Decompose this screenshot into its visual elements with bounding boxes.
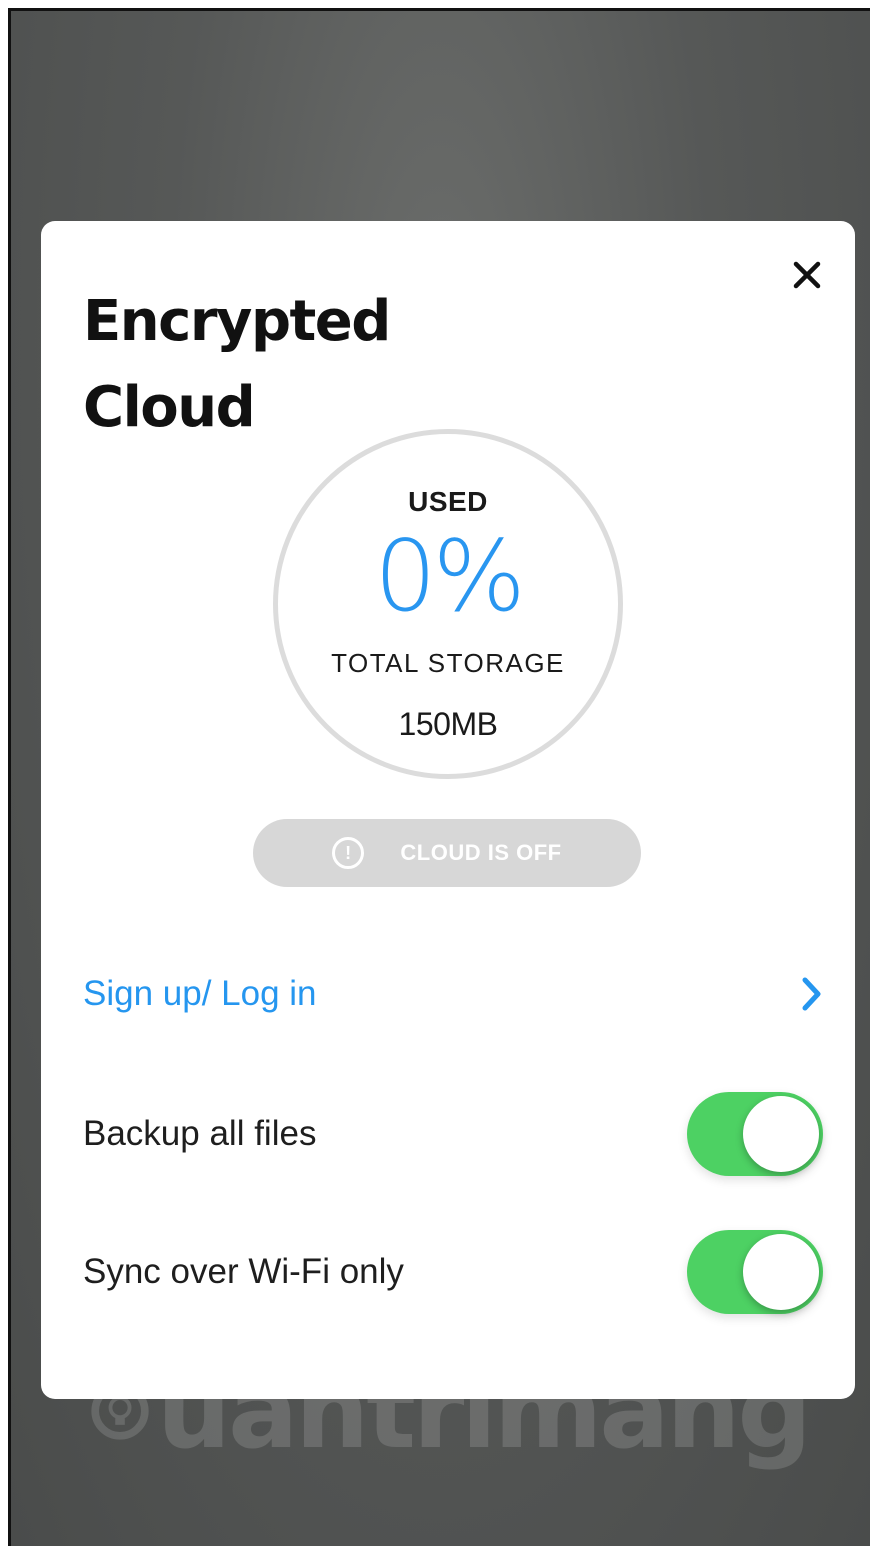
used-percentage: 0%: [374, 520, 525, 634]
used-label: USED: [408, 486, 488, 517]
chevron-right-icon: [802, 977, 821, 1011]
cloud-status-button[interactable]: ! CLOUD IS OFF: [253, 819, 641, 887]
sign-up-login-link[interactable]: Sign up/ Log in: [83, 974, 317, 1014]
watermark: uantrimang: [89, 1341, 812, 1481]
cloud-status-label: CLOUD IS OFF: [400, 840, 562, 865]
alert-circle-icon: !: [332, 837, 365, 869]
backup-all-files-toggle[interactable]: [687, 1092, 823, 1176]
close-icon: [793, 261, 821, 289]
page-title: Encrypted Cloud: [83, 289, 391, 440]
close-button[interactable]: [787, 255, 827, 295]
backup-all-files-label: Backup all files: [83, 1114, 317, 1153]
toggle-knob: [743, 1234, 819, 1310]
sync-wifi-only-row: Sync over Wi-Fi only: [83, 1227, 823, 1317]
total-storage-value: 150MB: [398, 706, 498, 742]
encrypted-cloud-modal: Encrypted Cloud USED 0% TOTAL STORAGE 15…: [41, 221, 855, 1399]
storage-usage-ring: USED 0% TOTAL STORAGE 150MB: [273, 429, 623, 779]
total-storage-label: TOTAL STORAGE: [331, 648, 565, 678]
watermark-text: uantrimang: [157, 1350, 812, 1472]
sync-wifi-only-toggle[interactable]: [687, 1230, 823, 1314]
app-screen: Encrypted Cloud USED 0% TOTAL STORAGE 15…: [8, 8, 870, 1546]
toggle-knob: [743, 1096, 819, 1172]
lightbulb-logo-icon: [91, 1382, 149, 1440]
sign-up-login-row[interactable]: Sign up/ Log in: [83, 949, 823, 1039]
backup-all-files-row: Backup all files: [83, 1089, 823, 1179]
sync-wifi-only-label: Sync over Wi-Fi only: [83, 1252, 404, 1291]
